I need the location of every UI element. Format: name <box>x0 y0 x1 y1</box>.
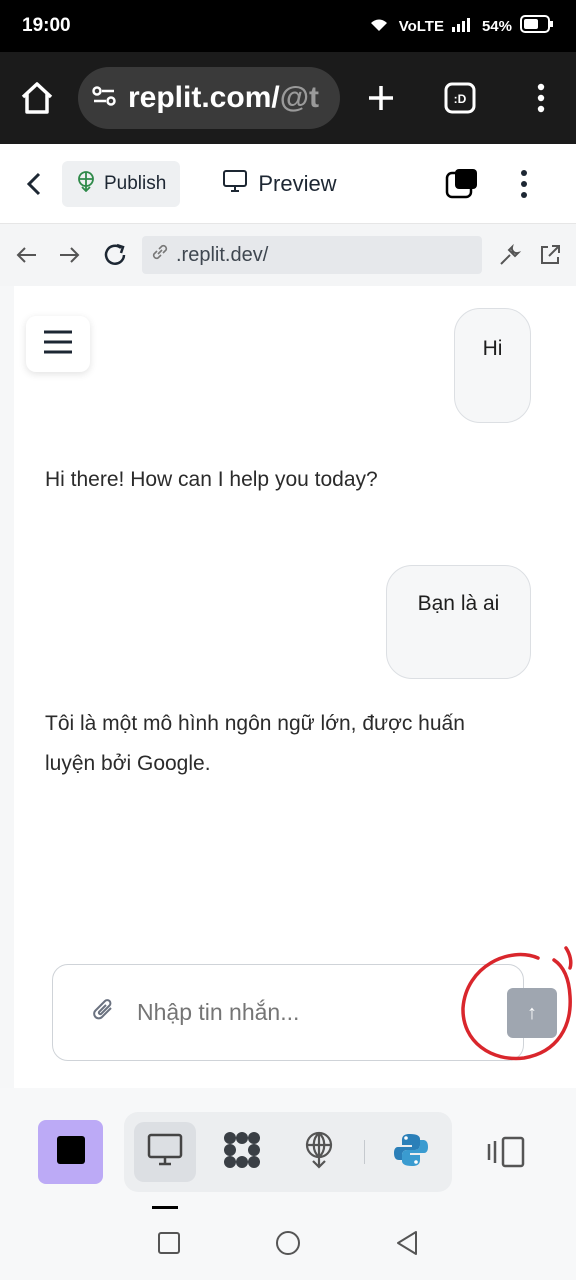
preview-label: Preview <box>258 170 337 196</box>
tool-group <box>124 1112 452 1192</box>
more-menu-icon[interactable] <box>519 169 529 199</box>
assistant-message: Hi there! How can I help you today? <box>45 460 515 500</box>
system-nav-bar <box>0 1210 576 1280</box>
user-message: Bạn là ai <box>386 565 531 679</box>
hamburger-menu-button[interactable] <box>26 316 90 372</box>
status-indicators: VoLTE 54% <box>367 15 554 37</box>
annotation-circle <box>461 946 573 1061</box>
recents-square-icon[interactable] <box>157 1231 181 1260</box>
browser-toolbar: replit.com/@t :D <box>0 52 576 144</box>
url-path: @t <box>279 81 319 114</box>
battery-icon <box>520 15 554 37</box>
status-bar: 19:00 VoLTE 54% <box>0 0 576 52</box>
stop-button[interactable] <box>38 1120 103 1184</box>
devtools-wrench-icon[interactable] <box>498 243 522 267</box>
back-triangle-icon[interactable] <box>395 1230 419 1261</box>
battery-level: 54% <box>481 17 512 35</box>
split-view-icon[interactable] <box>487 1136 525 1173</box>
wifi-icon <box>367 15 391 37</box>
tool-deploy[interactable] <box>288 1122 350 1182</box>
stop-square-icon <box>56 1135 86 1170</box>
forward-arrow-icon[interactable] <box>58 245 82 265</box>
preview-url-text: .replit.dev/ <box>176 243 269 266</box>
tab-switcher-icon[interactable]: :D <box>444 82 476 114</box>
active-tool-indicator <box>152 1206 178 1209</box>
globe-publish-icon <box>76 170 96 198</box>
link-icon <box>150 242 170 268</box>
python-icon <box>393 1132 429 1173</box>
globe-deploy-icon <box>302 1131 336 1174</box>
preview-address-row: .replit.dev/ <box>0 224 576 286</box>
monitor-icon <box>222 169 248 199</box>
hamburger-icon <box>43 330 73 359</box>
chat-area: Hi Hi there! How can I help you today? B… <box>0 286 576 1088</box>
browser-menu-icon[interactable] <box>536 83 546 113</box>
replit-header: Publish Preview <box>0 144 576 224</box>
side-panel-edge <box>0 286 14 1088</box>
monitor-icon <box>147 1133 183 1172</box>
tabs-stack-icon[interactable] <box>445 167 479 201</box>
assistant-message-text: Hi there! How can I help you today? <box>45 468 378 491</box>
home-icon[interactable] <box>18 79 56 117</box>
status-time: 19:00 <box>22 15 71 36</box>
user-message: Hi <box>454 308 531 423</box>
back-chevron-icon[interactable] <box>24 170 44 198</box>
reload-icon[interactable] <box>102 242 128 268</box>
tab-preview[interactable]: Preview <box>222 169 337 199</box>
url-text: replit.com/@t <box>128 81 319 115</box>
toolbar-divider <box>364 1140 365 1164</box>
network-type: VoLTE <box>398 17 444 35</box>
url-domain: replit.com/ <box>128 81 280 114</box>
assistant-message-text: Tôi là một mô hình ngôn ngữ lớn, được hu… <box>45 712 465 775</box>
assistant-message: Tôi là một mô hình ngôn ngữ lớn, được hu… <box>45 704 475 784</box>
publish-button[interactable]: Publish <box>62 160 181 207</box>
tool-preview[interactable] <box>134 1122 196 1182</box>
back-arrow-icon[interactable] <box>14 245 38 265</box>
site-settings-icon[interactable] <box>90 82 118 115</box>
user-message-text: Hi <box>482 337 503 360</box>
url-bar[interactable]: replit.com/@t <box>78 67 340 129</box>
tool-python[interactable] <box>380 1122 442 1182</box>
user-message-text: Bạn là ai <box>417 592 500 615</box>
bottom-toolbar <box>0 1088 576 1210</box>
preview-url-input[interactable]: .replit.dev/ <box>142 236 482 274</box>
signal-icon <box>451 16 474 36</box>
message-input[interactable] <box>137 999 437 1026</box>
message-composer <box>52 964 524 1061</box>
home-circle-icon[interactable] <box>275 1230 301 1261</box>
open-external-icon[interactable] <box>538 243 562 267</box>
new-tab-icon[interactable] <box>366 83 396 113</box>
publish-label: Publish <box>104 172 167 194</box>
tool-workspace[interactable] <box>211 1122 273 1182</box>
workspace-blobs-icon <box>222 1130 262 1175</box>
svg-text::D: :D <box>454 92 467 106</box>
paperclip-icon[interactable] <box>91 996 117 1029</box>
